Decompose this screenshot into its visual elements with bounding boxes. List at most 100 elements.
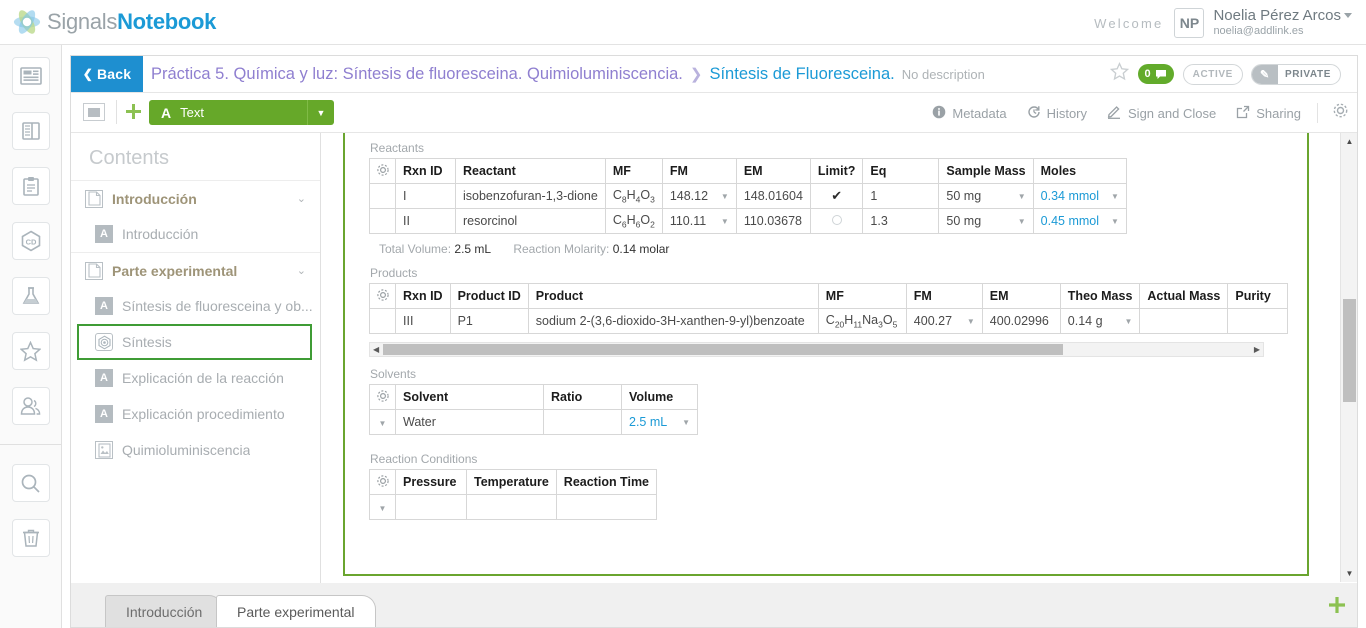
scroll-down-icon[interactable]: ▼ — [1341, 565, 1358, 582]
row-handle[interactable] — [370, 309, 396, 334]
scroll-right-icon[interactable]: ▶ — [1254, 345, 1260, 354]
cell-mf[interactable]: C8H4O3 — [605, 184, 662, 209]
chevron-down-icon[interactable]: ▼ — [721, 217, 729, 226]
row-menu-icon[interactable]: ▼ — [370, 410, 396, 435]
star-outline-icon[interactable] — [1110, 62, 1129, 87]
gear-icon[interactable] — [370, 284, 396, 309]
chevron-down-icon[interactable]: ▼ — [1124, 317, 1132, 326]
breadcrumb-current[interactable]: Síntesis de Fluoresceina. — [709, 65, 894, 84]
sidebar-item-introduccion-section[interactable]: Introducción ⌄ — [71, 180, 320, 216]
cell-mf[interactable]: C20H11Na3O5 — [818, 309, 906, 334]
cell-sample-mass[interactable]: 50 mg▼ — [939, 209, 1033, 234]
row-handle[interactable] — [370, 184, 396, 209]
add-tab-button[interactable] — [1329, 596, 1345, 619]
cell-pressure[interactable] — [396, 495, 467, 520]
chevron-down-icon[interactable]: ▼ — [1111, 217, 1119, 226]
plus-icon[interactable] — [126, 104, 141, 122]
cell-solvent[interactable]: Water — [396, 410, 544, 435]
sign-and-close-button[interactable]: Sign and Close — [1107, 105, 1216, 122]
scroll-up-icon[interactable]: ▲ — [1341, 133, 1358, 150]
cell-fm[interactable]: 400.27▼ — [906, 309, 982, 334]
cell-temperature[interactable] — [467, 495, 557, 520]
cell-eq[interactable]: 1.3 — [863, 209, 939, 234]
cell-moles[interactable]: 0.45 mmol▼ — [1033, 209, 1126, 234]
app-logo[interactable]: SignalsNotebook — [12, 3, 216, 41]
cell-reactant[interactable]: isobenzofuran-1,3-dione — [456, 184, 606, 209]
table-row[interactable]: II resorcinol C6H6O2 110.11▼ 110.03678 1… — [370, 209, 1127, 234]
sidebar-item-sintesis[interactable]: Síntesis — [77, 324, 312, 360]
table-row[interactable]: ▼ — [370, 495, 657, 520]
cell-purity[interactable] — [1228, 309, 1288, 334]
cell-limit[interactable] — [810, 209, 863, 234]
gear-icon[interactable] — [1332, 102, 1349, 124]
user-menu[interactable]: Welcome NP Noelia Pérez Arcos noelia@add… — [1094, 5, 1352, 41]
table-row[interactable]: III P1 sodium 2-(3,6-dioxido-3H-xanthen-… — [370, 309, 1288, 334]
cell-rxn-id[interactable]: III — [396, 309, 451, 334]
scrollbar-thumb[interactable] — [1343, 299, 1356, 402]
cell-sample-mass[interactable]: 50 mg▼ — [939, 184, 1033, 209]
dashboard-icon[interactable] — [12, 57, 50, 95]
sidebar-item-explicacion-procedimiento[interactable]: A Explicación procedimiento — [71, 396, 320, 432]
sidebar-item-introduccion[interactable]: A Introducción — [71, 216, 320, 252]
back-button[interactable]: ❮Back — [71, 56, 143, 92]
users-icon[interactable] — [12, 387, 50, 425]
sharing-button[interactable]: Sharing — [1236, 105, 1301, 122]
chevron-down-icon[interactable]: ▼ — [682, 418, 690, 427]
pencil-icon[interactable]: ✎ — [1252, 65, 1278, 84]
gear-icon[interactable] — [370, 385, 396, 410]
chevron-down-icon[interactable]: ▼ — [1018, 217, 1026, 226]
cell-rxn-id[interactable]: I — [396, 184, 456, 209]
cell-em[interactable]: 148.01604 — [736, 184, 810, 209]
search-icon[interactable] — [12, 464, 50, 502]
scroll-left-icon[interactable]: ◀ — [373, 345, 379, 354]
row-menu-icon[interactable]: ▼ — [370, 495, 396, 520]
star-icon[interactable] — [12, 332, 50, 370]
sidebar-item-explicacion-reaccion[interactable]: A Explicación de la reacción — [71, 360, 320, 396]
chevron-down-icon[interactable]: ▼ — [1111, 192, 1119, 201]
cell-volume[interactable]: 2.5 mL▼ — [622, 410, 698, 435]
insert-text-button[interactable]: A Text ▼ — [149, 100, 334, 125]
document-vertical-scrollbar[interactable]: ▲ ▼ — [1340, 133, 1357, 582]
flask-icon[interactable] — [12, 277, 50, 315]
cell-moles[interactable]: 0.34 mmol▼ — [1033, 184, 1126, 209]
gear-icon[interactable] — [370, 470, 396, 495]
chevron-down-icon[interactable]: ▼ — [307, 100, 334, 125]
cell-actual-mass[interactable] — [1140, 309, 1228, 334]
cell-ratio[interactable] — [544, 410, 622, 435]
products-horizontal-scrollbar[interactable]: ◀ ▶ — [369, 342, 1264, 357]
clipboard-icon[interactable] — [12, 167, 50, 205]
chevron-down-icon[interactable]: ▼ — [721, 192, 729, 201]
trash-icon[interactable] — [12, 519, 50, 557]
row-handle[interactable] — [370, 209, 396, 234]
chevron-down-icon[interactable] — [1344, 13, 1352, 18]
cell-fm[interactable]: 148.12▼ — [662, 184, 736, 209]
cell-reactant[interactable]: resorcinol — [456, 209, 606, 234]
comment-count-badge[interactable]: 0 — [1138, 64, 1174, 84]
chevron-down-icon[interactable]: ▼ — [1018, 192, 1026, 201]
cell-reaction-time[interactable] — [556, 495, 656, 520]
gear-icon[interactable] — [370, 159, 396, 184]
chevron-down-icon[interactable]: ⌄ — [297, 264, 306, 277]
total-volume-value[interactable]: 2.5 mL — [454, 242, 490, 256]
cell-product-id[interactable]: P1 — [450, 309, 528, 334]
cell-eq[interactable]: 1 — [863, 184, 939, 209]
table-row[interactable]: I isobenzofuran-1,3-dione C8H4O3 148.12▼… — [370, 184, 1127, 209]
tab-introduccion[interactable]: Introducción — [105, 595, 223, 627]
sidebar-item-parte-experimental-section[interactable]: Parte experimental ⌄ — [71, 252, 320, 288]
cell-theo-mass[interactable]: 0.14 g▼ — [1060, 309, 1140, 334]
privacy-badge[interactable]: ✎ PRIVATE — [1251, 64, 1341, 85]
breadcrumb-parent[interactable]: Práctica 5. Química y luz: Síntesis de f… — [151, 65, 683, 84]
sidebar-item-quimioluminiscencia[interactable]: Quimioluminiscencia — [71, 432, 320, 468]
metadata-button[interactable]: Metadata — [932, 105, 1006, 122]
chemdraw-icon[interactable]: CD — [12, 222, 50, 260]
cell-fm[interactable]: 110.11▼ — [662, 209, 736, 234]
cell-product[interactable]: sodium 2-(3,6-dioxido-3H-xanthen-9-yl)be… — [528, 309, 818, 334]
sidebar-item-sintesis-fluoresceina[interactable]: A Síntesis de fluoresceina y ob... — [71, 288, 320, 324]
table-row[interactable]: ▼ Water 2.5 mL▼ — [370, 410, 698, 435]
cell-em[interactable]: 400.02996 — [982, 309, 1060, 334]
panel-toggle-icon[interactable] — [83, 103, 105, 121]
tab-parte-experimental[interactable]: Parte experimental — [216, 595, 376, 627]
chevron-down-icon[interactable]: ⌄ — [297, 192, 306, 205]
notebook-icon[interactable] — [12, 112, 50, 150]
scrollbar-thumb[interactable] — [383, 344, 1063, 355]
